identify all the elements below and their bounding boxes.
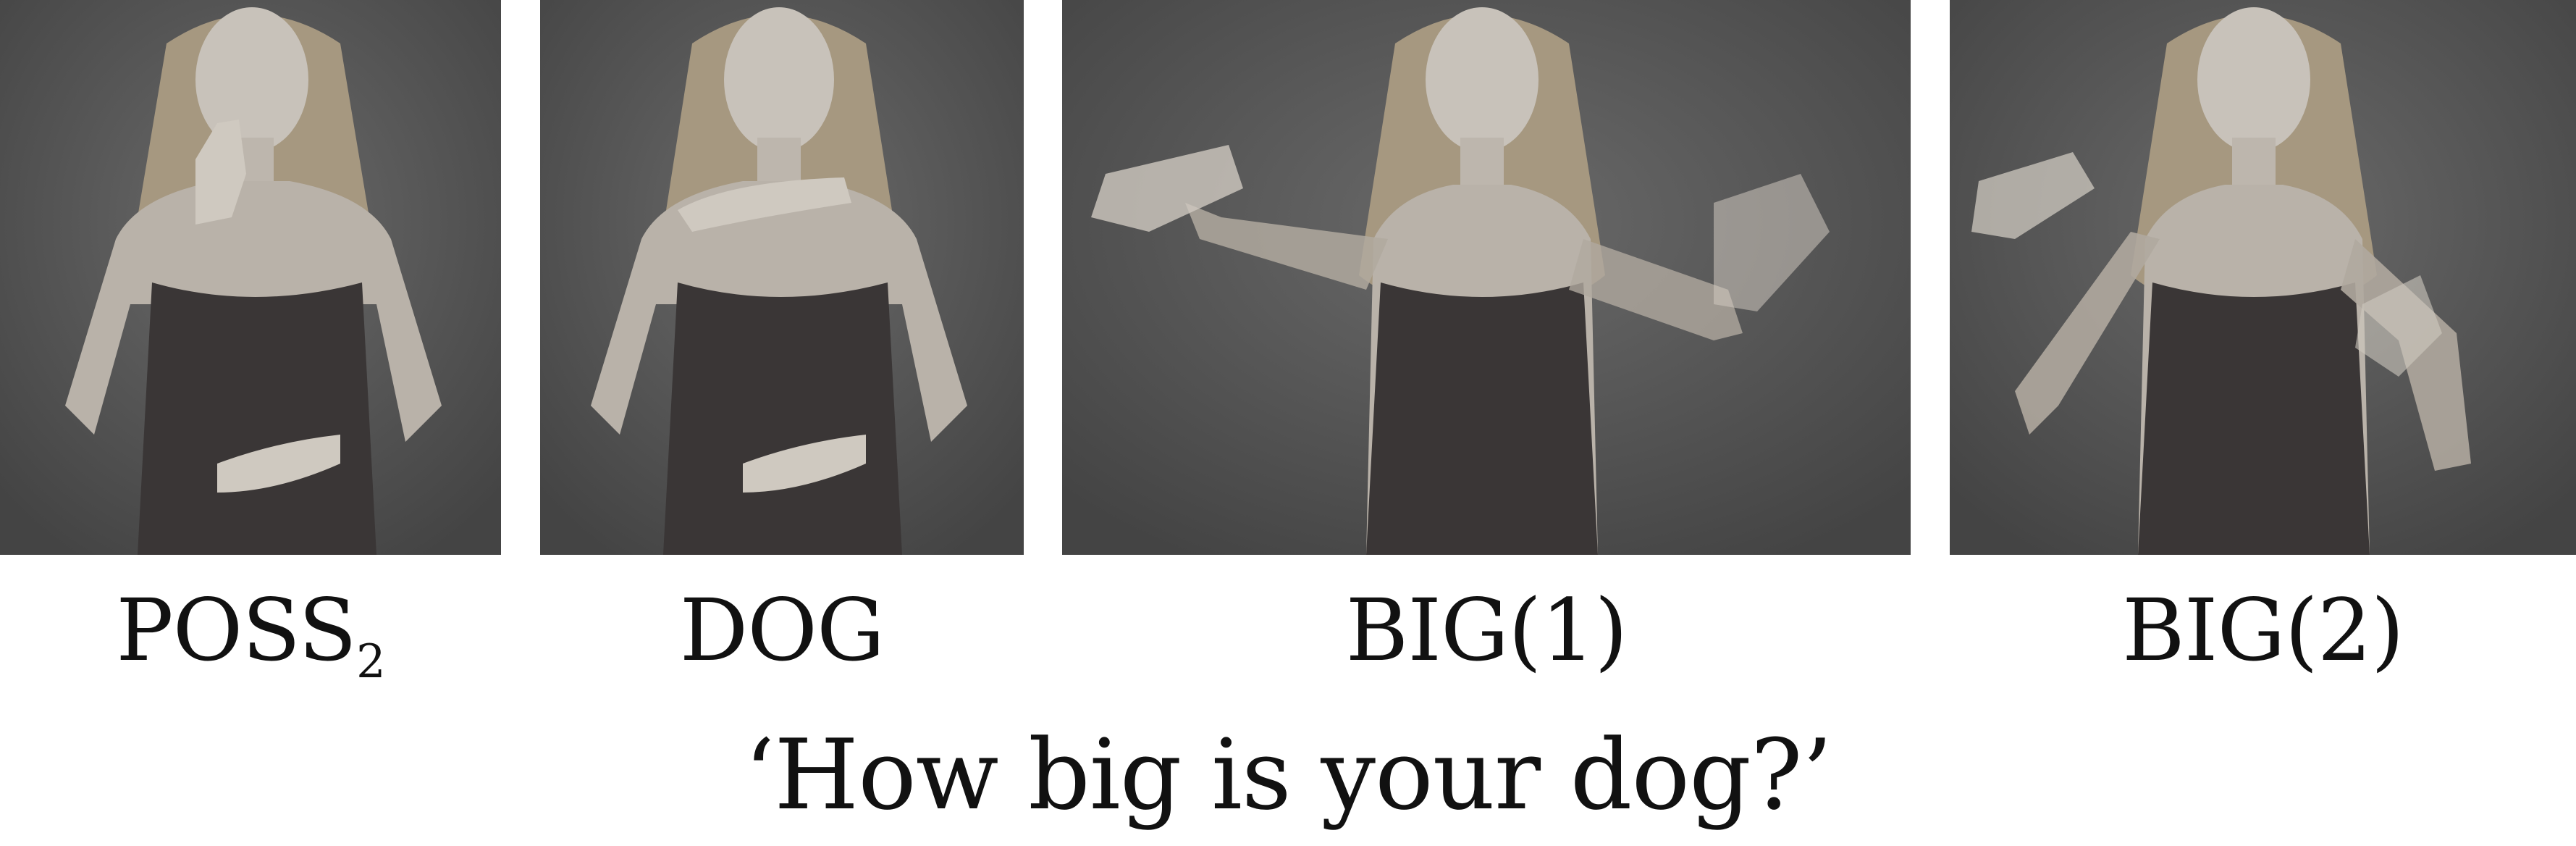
photo-big-2: [1950, 0, 2576, 555]
gloss-poss2: POSS2: [0, 576, 501, 685]
photo-big-1: [1062, 0, 1911, 555]
gloss-poss-text: POSS: [116, 580, 357, 680]
gloss-big-1: BIG(1): [1345, 580, 1628, 680]
gloss-poss-subscript: 2: [356, 635, 386, 689]
photo-dog: [540, 0, 1024, 555]
photo-poss2: [0, 0, 501, 555]
gloss-dog: DOG: [679, 580, 885, 680]
gloss-big-2: BIG(2): [2122, 580, 2404, 680]
translation: ‘How big is your dog?’: [744, 719, 1833, 832]
